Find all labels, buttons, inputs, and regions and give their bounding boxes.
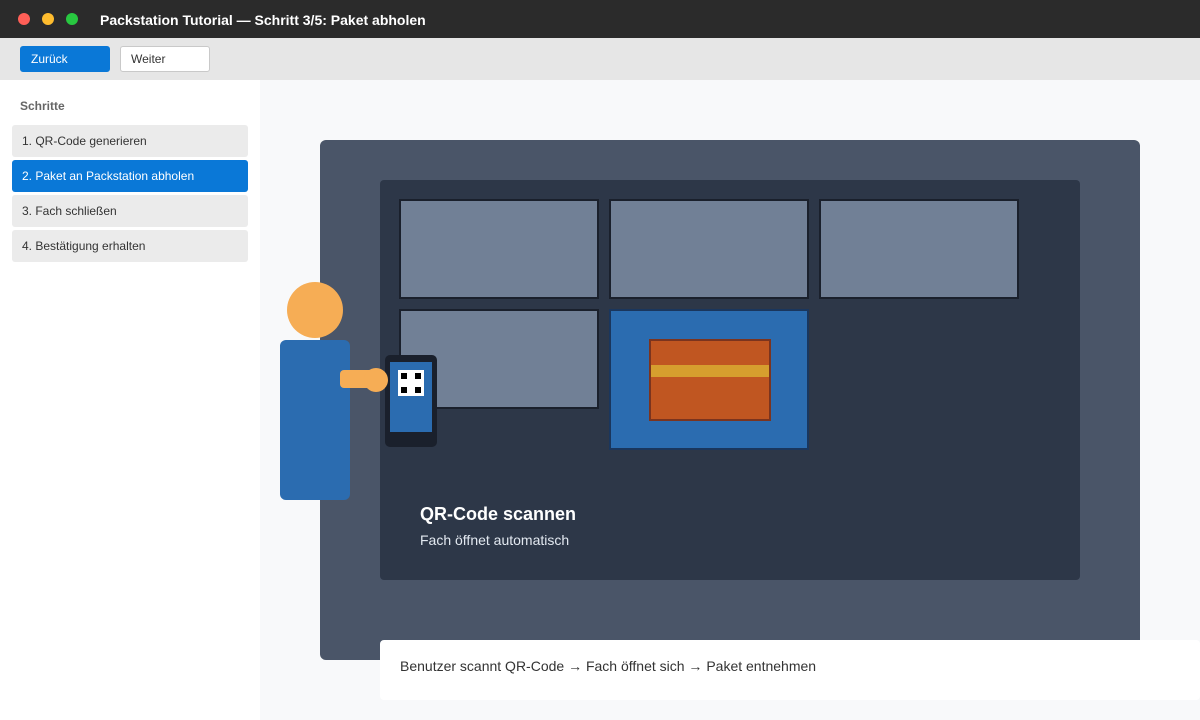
caption-text: Benutzer scannt QR-Code → Fach öffnet si… (400, 658, 817, 674)
minimize-window-button[interactable] (42, 13, 54, 25)
next-button[interactable]: Weiter (120, 46, 210, 72)
back-button[interactable]: Zurück (20, 46, 110, 72)
sidebar-item-qr-code[interactable]: 1. QR-Code generieren (12, 125, 248, 157)
scene-title: QR-Code scannen (420, 504, 577, 524)
close-window-button[interactable] (18, 13, 30, 25)
smartphone (385, 355, 437, 447)
maximize-window-button[interactable] (66, 13, 78, 25)
parcel-tape (651, 365, 769, 377)
scene-subtitle: Fach öffnet automatisch (420, 532, 570, 548)
person-head (287, 282, 343, 338)
steps-sidebar: Schritte 1. QR-Code generieren 2. Paket … (0, 80, 260, 720)
caption-bar: Benutzer scannt QR-Code → Fach öffnet si… (380, 640, 1200, 700)
parcel (649, 339, 771, 421)
open-locker-compartment (609, 309, 809, 450)
locker-compartment (819, 199, 1019, 299)
sidebar-heading: Schritte (20, 99, 65, 113)
locker-compartment (609, 199, 809, 299)
phone-screen (390, 362, 432, 432)
locker-compartment (399, 199, 599, 299)
window-title: Packstation Tutorial — Schritt 3/5: Pake… (100, 12, 426, 28)
illustration-frame: QR-Code scannen Fach öffnet automatisch … (320, 140, 1200, 700)
person-hand (364, 368, 388, 392)
qr-code-icon (398, 370, 424, 396)
main-content: QR-Code scannen Fach öffnet automatisch … (260, 80, 1200, 720)
title-bar: Packstation Tutorial — Schritt 3/5: Pake… (0, 0, 1200, 38)
person-body (280, 340, 350, 500)
packstation: QR-Code scannen Fach öffnet automatisch (380, 180, 1080, 580)
sidebar-item-close-locker[interactable]: 3. Fach schließen (12, 195, 248, 227)
sidebar-item-pickup[interactable]: 2. Paket an Packstation abholen (12, 160, 248, 192)
sidebar-item-confirmation[interactable]: 4. Bestätigung erhalten (12, 230, 248, 262)
toolbar: Zurück Weiter (0, 38, 1200, 80)
